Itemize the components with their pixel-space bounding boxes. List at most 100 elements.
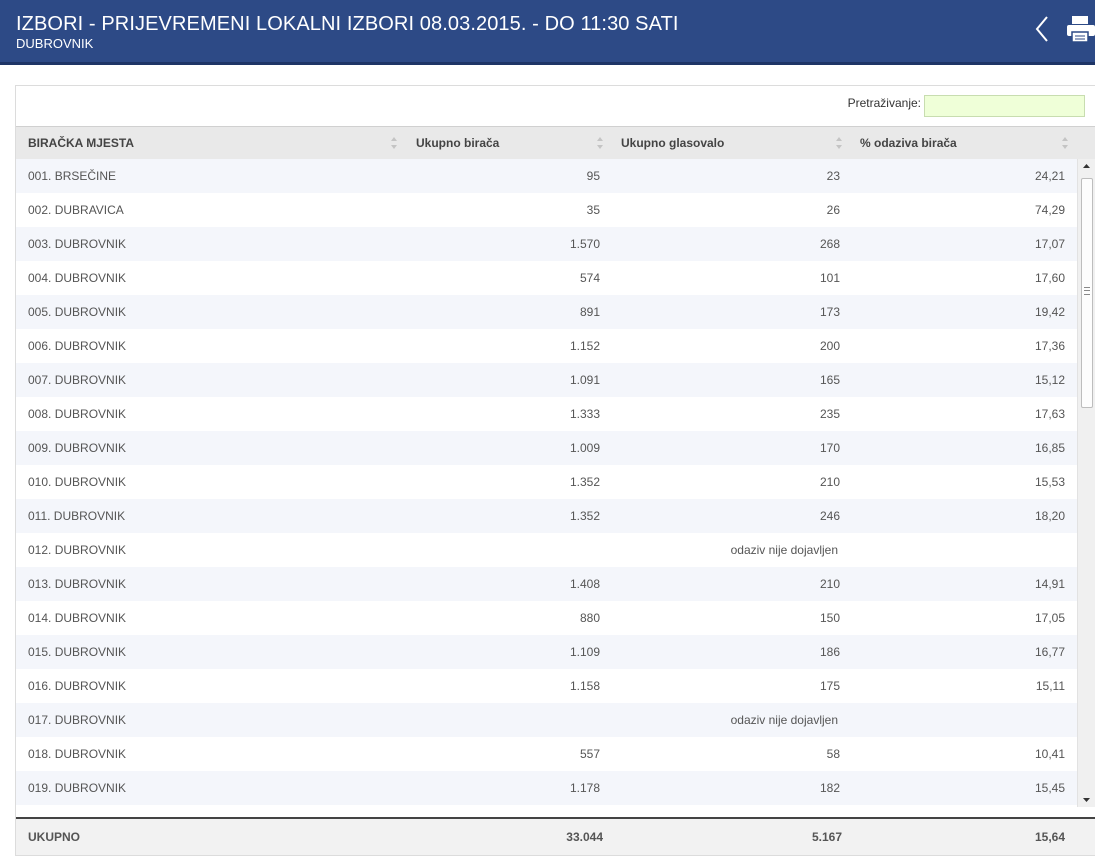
polling-station-name: 004. DUBROVNIK: [28, 271, 127, 285]
total-voters-cell: 1.009: [569, 441, 600, 455]
total-voters-cell: 1.109: [569, 645, 600, 659]
total-voted-cell: 246: [819, 509, 840, 523]
total-voted-cell: 200: [819, 339, 840, 353]
table-row: 011. DUBROVNIK 1.352 246 18,20: [16, 499, 1077, 533]
search-input[interactable]: [924, 95, 1085, 117]
total-voters-cell: 1.091: [569, 373, 600, 387]
column-header-label: % odaziva birača: [860, 136, 957, 150]
total-voters-cell: 95: [586, 169, 600, 183]
table-row: 016. DUBROVNIK 1.158 175 15,11: [16, 669, 1077, 703]
page-subtitle: DUBROVNIK: [16, 36, 94, 51]
vertical-scrollbar[interactable]: [1077, 159, 1095, 807]
table-row: 005. DUBROVNIK 891 173 19,42: [16, 295, 1077, 329]
total-voted-cell: 210: [819, 577, 840, 591]
grip-icon: [1084, 287, 1090, 295]
print-button[interactable]: [1064, 14, 1095, 44]
turnout-cell: 24,21: [1034, 169, 1065, 183]
total-voted-cell: 182: [819, 781, 840, 795]
turnout-cell: 17,36: [1034, 339, 1065, 353]
table-row: 002. DUBRAVICA 35 26 74,29: [16, 193, 1077, 227]
polling-station-name: 006. DUBROVNIK: [28, 339, 127, 353]
polling-station-name: 005. DUBROVNIK: [28, 305, 127, 319]
column-header-label: BIRAČKA MJESTA: [28, 136, 135, 150]
total-voters: 33.044: [566, 830, 603, 844]
table-row: 014. DUBROVNIK 880 150 17,05: [16, 601, 1077, 635]
turnout-cell: 18,20: [1034, 509, 1065, 523]
turnout-cell: 16,85: [1034, 441, 1065, 455]
table-row: 010. DUBROVNIK 1.352 210 15,53: [16, 465, 1077, 499]
turnout-cell: 17,07: [1034, 237, 1065, 251]
total-voted-cell: 58: [826, 747, 840, 761]
polling-station-name: 007. DUBROVNIK: [28, 373, 127, 387]
printer-icon: [1067, 16, 1095, 43]
sort-icon[interactable]: [390, 136, 398, 150]
scrollbar-thumb[interactable]: [1081, 178, 1093, 408]
column-header-label: Ukupno birača: [416, 136, 500, 150]
table-row: 007. DUBROVNIK 1.091 165 15,12: [16, 363, 1077, 397]
table-row: 019. DUBROVNIK 1.178 182 15,45: [16, 771, 1077, 805]
polling-station-name: 001. BRSEČINE: [28, 169, 117, 183]
polling-station-name: 013. DUBROVNIK: [28, 577, 127, 591]
column-header-turnout[interactable]: % odaziva birača: [860, 127, 1060, 159]
total-voted-cell: 210: [819, 475, 840, 489]
total-voters-cell: 1.178: [569, 781, 600, 795]
turnout-cell: 17,05: [1034, 611, 1065, 625]
polling-station-name: 008. DUBROVNIK: [28, 407, 127, 421]
total-voters-cell: 1.570: [569, 237, 600, 251]
total-voters-cell: 1.333: [569, 407, 600, 421]
page-title: IZBORI - PRIJEVREMENI LOKALNI IZBORI 08.…: [16, 13, 679, 35]
results-panel: Pretraživanje: BIRAČKA MJESTA Ukupno bir…: [15, 85, 1095, 856]
table-body: 001. BRSEČINE 95 23 24,21 002. DUBRAVICA 35 26…: [16, 159, 1077, 807]
sort-icon[interactable]: [1061, 136, 1069, 150]
total-turnout: 15,64: [1034, 830, 1065, 844]
total-label: UKUPNO: [28, 830, 81, 844]
sort-icon[interactable]: [835, 136, 843, 150]
polling-station-name: 002. DUBRAVICA: [28, 203, 124, 217]
turnout-cell: 19,42: [1034, 305, 1065, 319]
total-voted-cell: 23: [826, 169, 840, 183]
column-header-total-voters[interactable]: Ukupno birača: [416, 127, 596, 159]
total-voted-cell: 165: [819, 373, 840, 387]
turnout-cell: 15,11: [1035, 679, 1065, 693]
polling-station-name: 010. DUBROVNIK: [28, 475, 127, 489]
polling-station-name: 009. DUBROVNIK: [28, 441, 127, 455]
total-voted-cell: 235: [819, 407, 840, 421]
table-row: 017. DUBROVNIK odaziv nije dojavljen: [16, 703, 1077, 737]
total-voters-cell: 1.408: [569, 577, 600, 591]
scroll-up-arrow-icon[interactable]: [1078, 159, 1095, 173]
total-voters-cell: 1.352: [569, 475, 600, 489]
total-voters-cell: 557: [579, 747, 600, 761]
not-reported-note: odaziv nije dojavljen: [730, 713, 838, 727]
turnout-cell: 74,29: [1034, 203, 1065, 217]
sort-icon[interactable]: [596, 136, 604, 150]
column-header-total-voted[interactable]: Ukupno glasovalo: [621, 127, 831, 159]
table-row: 018. DUBROVNIK 557 58 10,41: [16, 737, 1077, 771]
table-footer-totals: UKUPNO 33.044 5.167 15,64: [16, 817, 1095, 855]
table-row: 001. BRSEČINE 95 23 24,21: [16, 159, 1077, 193]
total-voted-cell: 175: [819, 679, 840, 693]
table-row: 004. DUBROVNIK 574 101 17,60: [16, 261, 1077, 295]
scroll-down-arrow-icon[interactable]: [1078, 793, 1095, 807]
turnout-cell: 17,63: [1034, 407, 1065, 421]
total-voters-cell: 1.158: [569, 679, 600, 693]
turnout-cell: 10,41: [1034, 747, 1065, 761]
polling-station-name: 012. DUBROVNIK: [28, 543, 127, 557]
back-chevron-icon: [1035, 16, 1048, 42]
search-label: Pretraživanje:: [847, 96, 921, 110]
table-row: 012. DUBROVNIK odaziv nije dojavljen: [16, 533, 1077, 567]
total-voted-cell: 186: [819, 645, 840, 659]
table-row: 003. DUBROVNIK 1.570 268 17,07: [16, 227, 1077, 261]
polling-station-name: 014. DUBROVNIK: [28, 611, 127, 625]
back-button[interactable]: [1032, 14, 1054, 44]
polling-station-name: 003. DUBROVNIK: [28, 237, 127, 251]
total-voted-cell: 268: [819, 237, 840, 251]
total-voted-cell: 101: [819, 271, 840, 285]
page-header: IZBORI - PRIJEVREMENI LOKALNI IZBORI 08.…: [0, 0, 1095, 65]
total-voted-cell: 170: [819, 441, 840, 455]
column-header-label: Ukupno glasovalo: [621, 136, 725, 150]
turnout-cell: 15,12: [1034, 373, 1065, 387]
polling-station-name: 017. DUBROVNIK: [28, 713, 127, 727]
column-header-polling-station[interactable]: BIRAČKA MJESTA: [28, 127, 408, 159]
table-header: BIRAČKA MJESTA Ukupno birača Ukupno glas…: [16, 126, 1095, 159]
table-row: 006. DUBROVNIK 1.152 200 17,36: [16, 329, 1077, 363]
